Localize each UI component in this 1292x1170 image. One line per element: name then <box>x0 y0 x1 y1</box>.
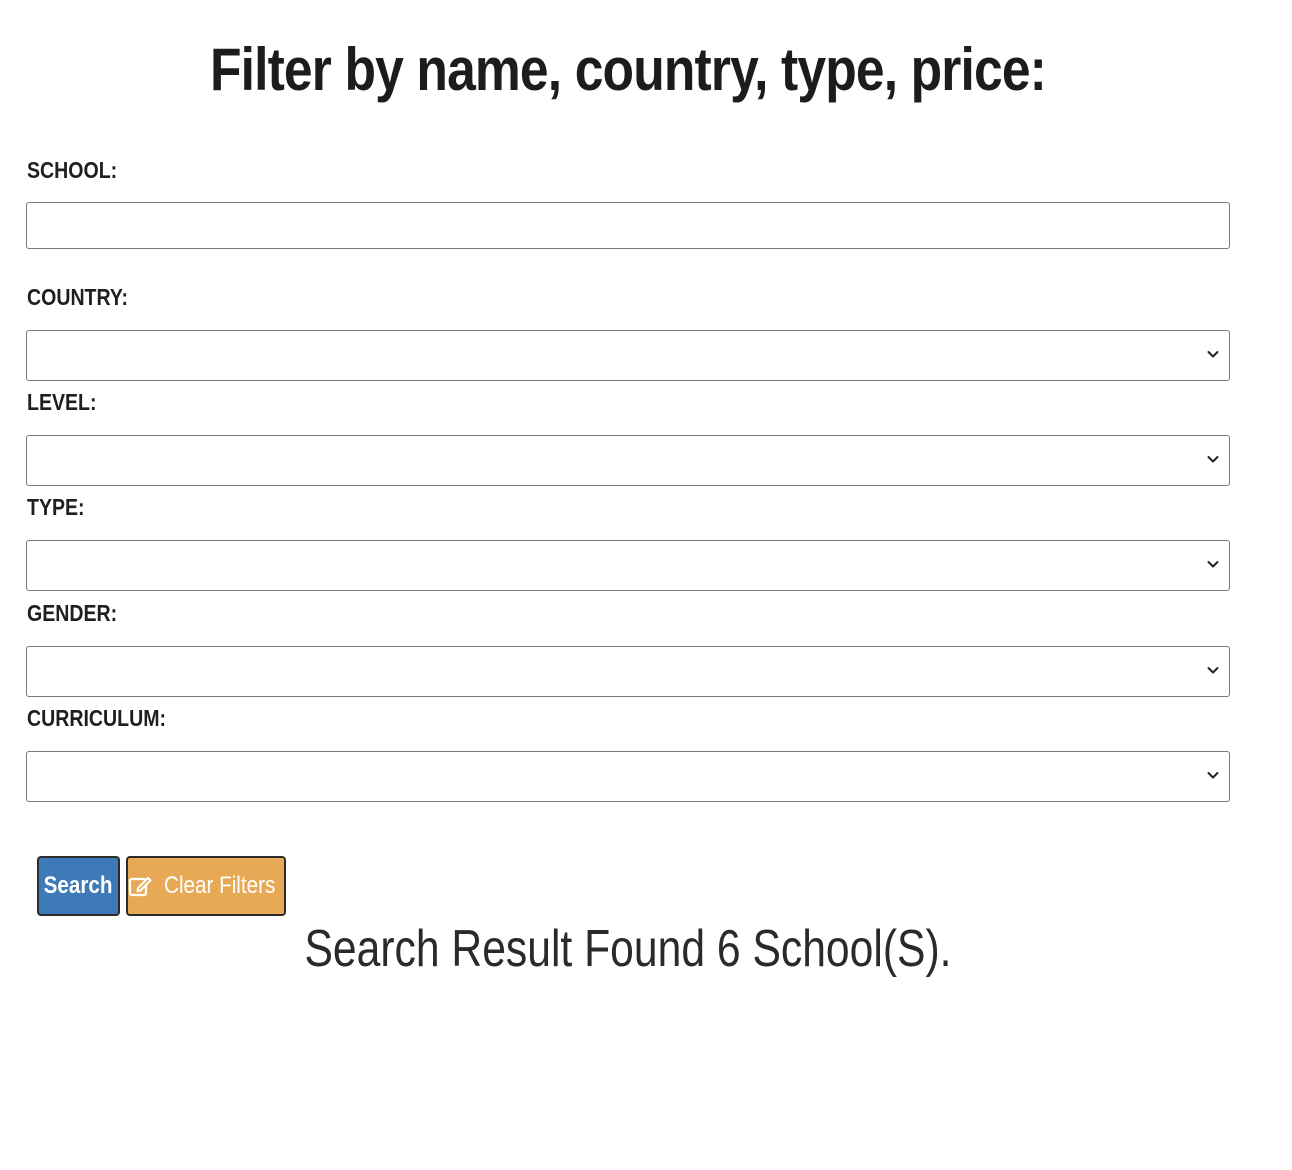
level-label: LEVEL: <box>27 389 97 415</box>
type-select[interactable] <box>26 540 1230 591</box>
gender-select[interactable] <box>26 646 1230 697</box>
search-button-label: Search <box>44 872 113 899</box>
country-label: COUNTRY: <box>27 284 129 310</box>
chevron-down-icon <box>1207 667 1219 674</box>
curriculum-select[interactable] <box>26 751 1230 802</box>
chevron-down-icon <box>1207 772 1219 779</box>
school-input[interactable] <box>26 202 1230 249</box>
curriculum-label: CURRICULUM: <box>27 705 167 731</box>
page-title: Filter by name, country, type, price: <box>209 36 1047 103</box>
chevron-down-icon <box>1207 561 1219 568</box>
school-label: SCHOOL: <box>27 157 118 183</box>
chevron-down-icon <box>1207 456 1219 463</box>
chevron-down-icon <box>1207 351 1219 358</box>
clear-filters-button[interactable]: Clear Filters <box>126 856 286 916</box>
search-button[interactable]: Search <box>37 856 120 916</box>
search-result-count: Search Result Found 6 School(S). <box>304 920 952 978</box>
country-select[interactable] <box>26 330 1230 381</box>
gender-label: GENDER: <box>27 600 118 626</box>
level-select[interactable] <box>26 435 1230 486</box>
type-label: TYPE: <box>27 494 85 520</box>
edit-icon <box>129 877 152 897</box>
clear-filters-label: Clear Filters <box>164 872 276 899</box>
